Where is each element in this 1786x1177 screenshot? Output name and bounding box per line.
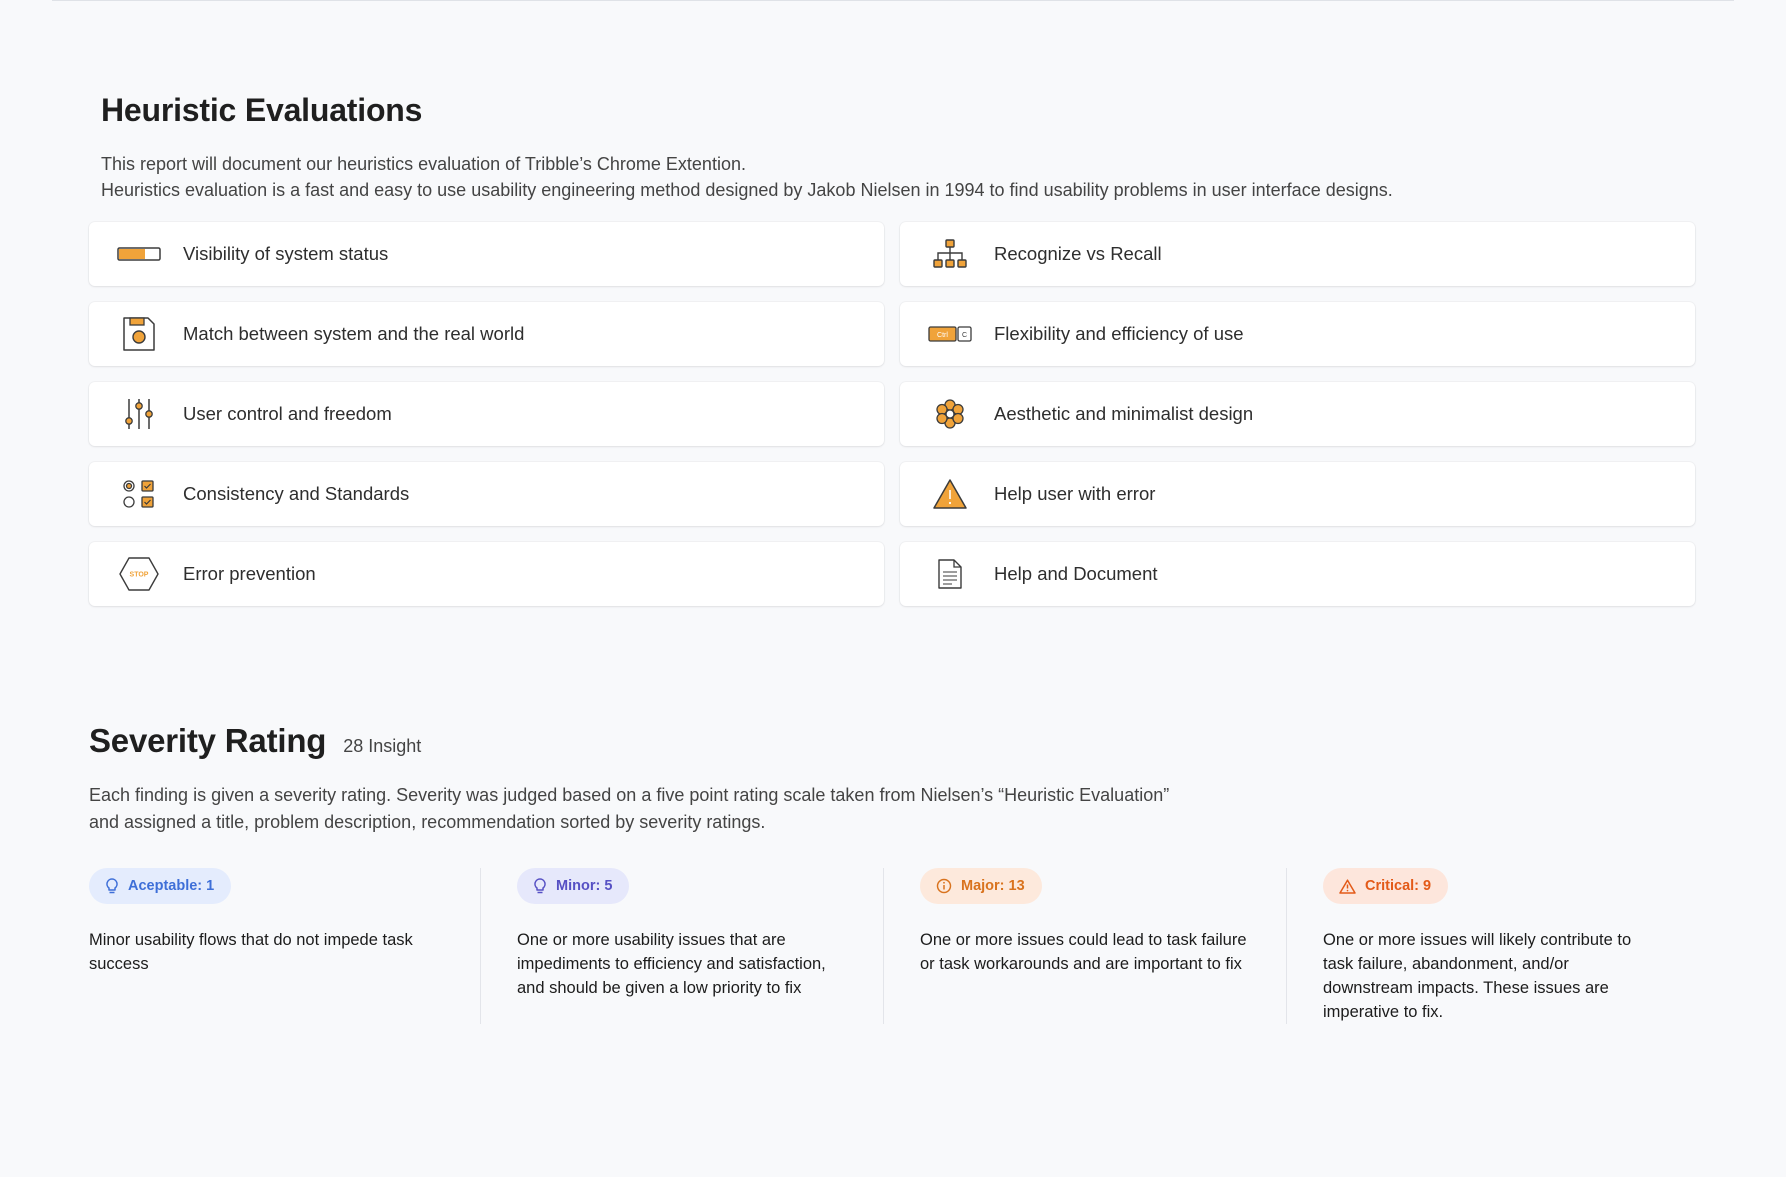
minor-badge: Minor: 5 (517, 868, 630, 904)
heuristic-label: Visibility of system status (183, 243, 389, 264)
heuristic-card-help-document[interactable]: Help and Document (900, 542, 1695, 606)
critical-badge: Critical: 9 (1323, 868, 1449, 904)
c-key-text: C (962, 332, 967, 339)
heuristics-intro: This report will document our heuristics… (101, 151, 1699, 203)
heuristics-grid: Visibility of system status Recognize vs… (89, 222, 1699, 606)
heuristic-label: Recognize vs Recall (994, 243, 1162, 264)
heuristics-intro-line: Heuristics evaluation is a fast and easy… (101, 180, 1393, 200)
severity-level-minor: Minor: 5 One or more usability issues th… (481, 868, 884, 1024)
heuristics-title: Heuristic Evaluations (101, 92, 423, 128)
heuristics-intro-line: This report will document our heuristics… (101, 154, 746, 174)
sliders-icon (117, 394, 161, 434)
major-badge: Major: 13 (920, 868, 1042, 904)
severity-title: Severity Rating (89, 722, 327, 759)
alert-triangle-icon (1339, 878, 1356, 894)
ctrl-key-text: Ctrl (937, 332, 948, 339)
top-divider (52, 0, 1734, 1)
info-circle-icon (936, 878, 952, 894)
badge-label: Critical: 9 (1365, 878, 1432, 894)
heuristic-card-match[interactable]: Match between system and the real world (89, 302, 884, 366)
lightbulb-icon (534, 877, 546, 893)
floppy-disk-icon (117, 314, 161, 354)
severity-level-text: One or more issues could lead to task fa… (920, 931, 1247, 973)
heuristic-card-recognize[interactable]: Recognize vs Recall (900, 222, 1695, 286)
severity-levels: Aceptable: 1 Minor usability flows that … (89, 868, 1689, 1024)
severity-section: Severity Rating 28 Insight Each finding … (89, 722, 1689, 1024)
heuristic-label: Aesthetic and minimalist design (994, 403, 1254, 424)
insight-count: 28 Insight (343, 736, 422, 756)
stop-text: STOP (130, 572, 149, 579)
heuristic-card-aesthetic[interactable]: Aesthetic and minimalist design (900, 382, 1695, 446)
sitemap-icon (928, 234, 972, 274)
severity-description-line: Each finding is given a severity rating.… (89, 785, 1170, 805)
heuristic-label: Match between system and the real world (183, 323, 525, 344)
badge-label: Major: 13 (961, 878, 1025, 894)
badge-label: Aceptable: 1 (128, 878, 215, 894)
heuristic-card-help-error[interactable]: Help user with error (900, 462, 1695, 526)
heuristic-card-consistency[interactable]: Consistency and Standards (89, 462, 884, 526)
warning-triangle-icon (928, 474, 972, 514)
heuristic-card-flexibility[interactable]: Ctrl C Flexibility and efficiency of use (900, 302, 1695, 366)
page: Heuristic Evaluations This report will d… (0, 0, 1786, 1177)
severity-level-critical: Critical: 9 One or more issues will like… (1287, 868, 1689, 1024)
heuristic-label: Help user with error (994, 483, 1156, 504)
heuristic-label: Flexibility and efficiency of use (994, 323, 1244, 344)
severity-level-acceptable: Aceptable: 1 Minor usability flows that … (89, 868, 481, 1024)
severity-level-major: Major: 13 One or more issues could lead … (884, 868, 1287, 1024)
heuristic-label: User control and freedom (183, 403, 392, 424)
severity-description: Each finding is given a severity rating.… (89, 782, 1329, 836)
stop-sign-icon: STOP (117, 554, 161, 594)
badge-label: Minor: 5 (556, 878, 613, 894)
heuristic-card-user-control[interactable]: User control and freedom (89, 382, 884, 446)
heuristic-label: Help and Document (994, 563, 1158, 584)
heuristic-card-visibility[interactable]: Visibility of system status (89, 222, 884, 286)
severity-level-text: One or more usability issues that are im… (517, 931, 826, 997)
flower-icon (928, 394, 972, 434)
lightbulb-icon (106, 877, 118, 893)
keyboard-shortcut-icon: Ctrl C (928, 314, 972, 354)
severity-description-line: and assigned a title, problem descriptio… (89, 812, 766, 832)
severity-level-text: One or more issues will likely contribut… (1323, 931, 1632, 1021)
heuristic-label: Consistency and Standards (183, 483, 410, 504)
progress-bar-icon (117, 234, 161, 274)
form-controls-icon (117, 474, 161, 514)
severity-header: Severity Rating 28 Insight (89, 722, 1689, 760)
acceptable-badge: Aceptable: 1 (89, 868, 232, 904)
heuristics-section: Heuristic Evaluations This report will d… (89, 92, 1699, 606)
heuristic-label: Error prevention (183, 563, 316, 584)
document-icon (928, 554, 972, 594)
heuristic-card-error-prevention[interactable]: STOP Error prevention (89, 542, 884, 606)
severity-level-text: Minor usability flows that do not impede… (89, 931, 413, 973)
